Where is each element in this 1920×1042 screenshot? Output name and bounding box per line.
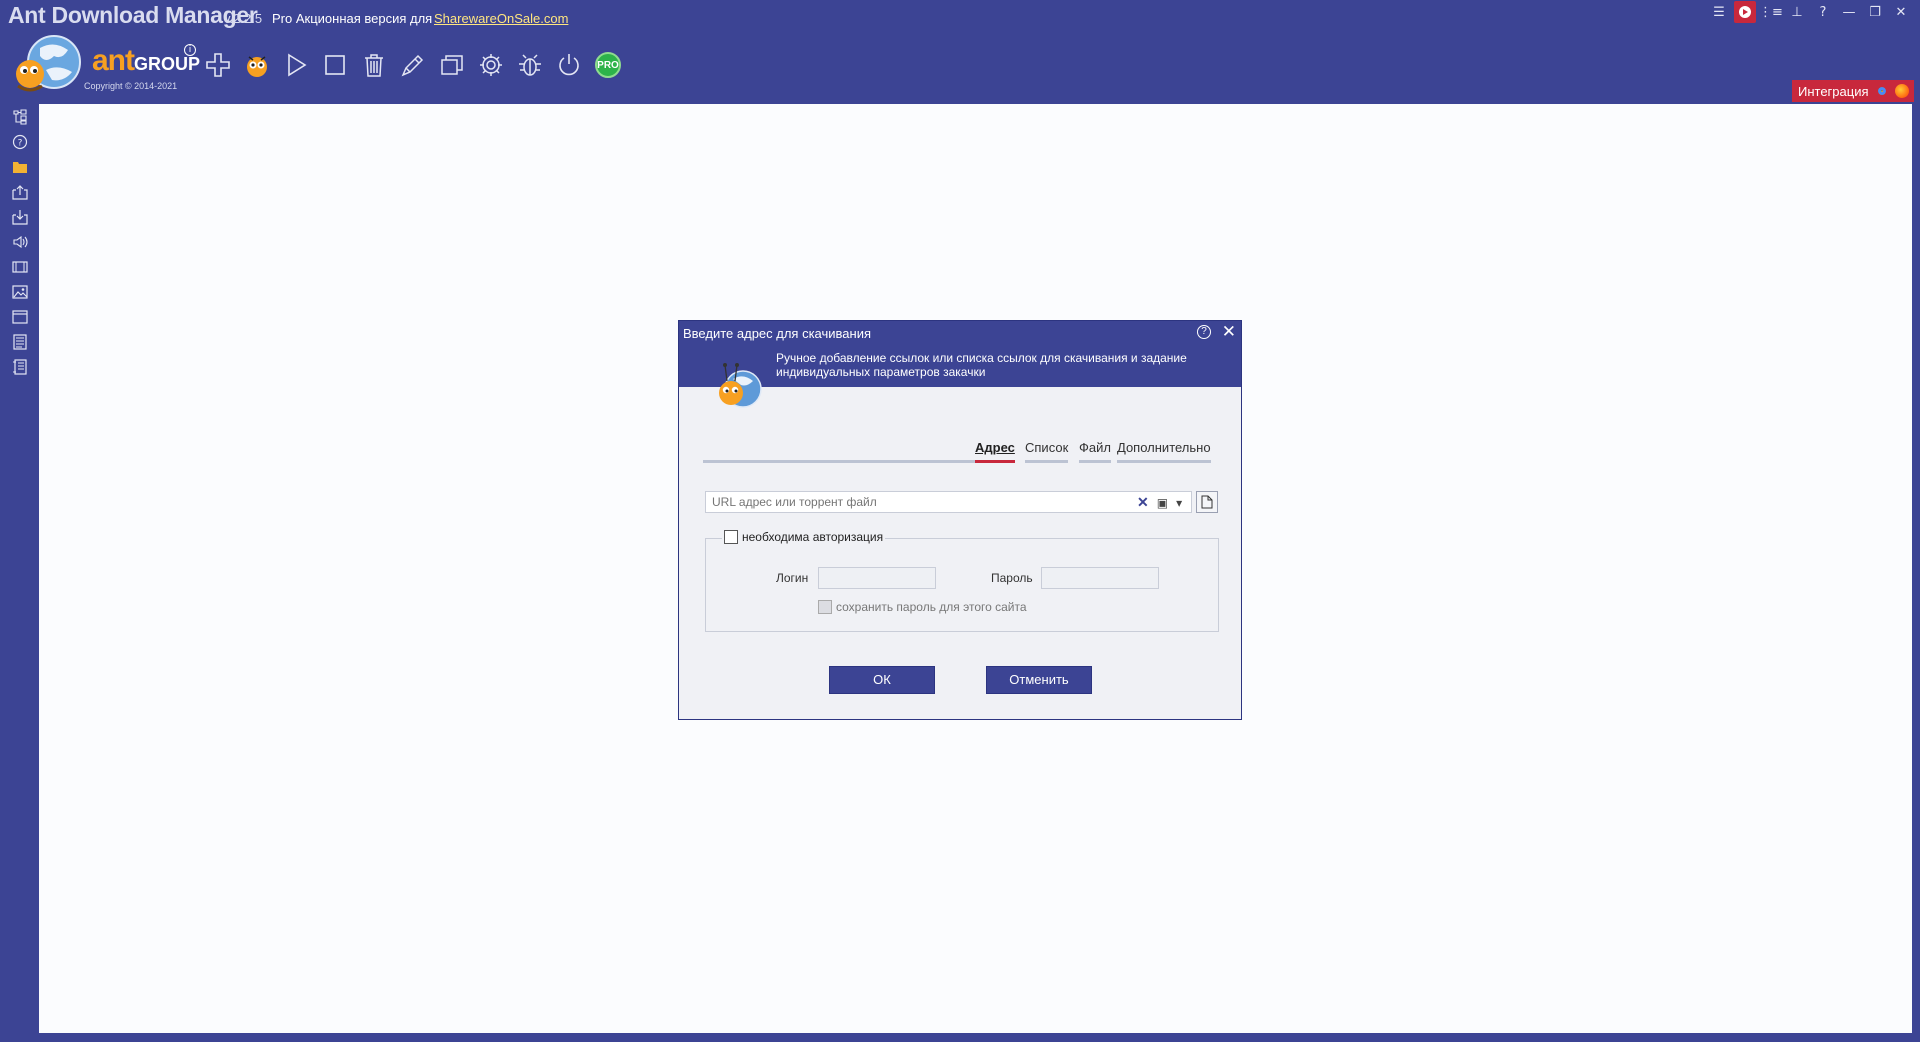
cancel-button[interactable]: Отменить bbox=[986, 666, 1092, 694]
dialog-help-icon[interactable]: ? bbox=[1197, 325, 1211, 339]
ant-mascot-icon[interactable] bbox=[243, 50, 271, 80]
close-icon[interactable]: ✕ bbox=[1890, 1, 1912, 23]
promo-text: Pro Акционная версия для bbox=[272, 11, 433, 26]
dialog-close-icon[interactable]: ✕ bbox=[1222, 322, 1236, 342]
save-password-checkbox bbox=[818, 600, 832, 614]
pro-icon[interactable]: PRO bbox=[594, 50, 622, 80]
integration-label: Интеграция bbox=[1798, 83, 1869, 99]
folder-icon[interactable] bbox=[11, 158, 29, 176]
brand-group: GROUP bbox=[134, 54, 201, 74]
globe-ant-logo bbox=[16, 35, 81, 92]
window-controls: ☰ ⋮≡ ⊥ ? — ❐ ✕ bbox=[1708, 0, 1912, 24]
url-input[interactable] bbox=[705, 491, 1192, 513]
audio-icon[interactable] bbox=[11, 233, 29, 251]
help-icon[interactable]: ? bbox=[1812, 1, 1834, 23]
menu-icon[interactable]: ☰ bbox=[1708, 1, 1730, 23]
trash-icon[interactable] bbox=[360, 50, 388, 80]
title-bar: Ant Download Manager v.2.2.5 Pro Акционн… bbox=[0, 0, 1920, 32]
auth-legend: необходима авторизация bbox=[722, 530, 886, 544]
list-settings-icon[interactable]: ⋮≡ bbox=[1759, 1, 1783, 23]
document-icon[interactable] bbox=[11, 333, 29, 351]
chevron-down-icon[interactable]: ▾ bbox=[1176, 496, 1182, 510]
window-icon[interactable] bbox=[11, 308, 29, 326]
password-label: Пароль bbox=[991, 571, 1033, 585]
clear-icon[interactable]: ✕ bbox=[1137, 494, 1149, 511]
info-icon[interactable]: i bbox=[184, 44, 196, 56]
app-title: Ant Download Manager bbox=[8, 2, 258, 28]
archive-icon[interactable] bbox=[11, 358, 29, 376]
save-password-row: сохранить пароль для этого сайта bbox=[818, 600, 1027, 614]
pin-icon[interactable]: ⊥ bbox=[1786, 1, 1808, 23]
play-icon[interactable] bbox=[282, 50, 310, 80]
browse-file-button[interactable] bbox=[1196, 491, 1218, 513]
tabs-underline bbox=[703, 460, 975, 463]
stop-icon[interactable] bbox=[321, 50, 349, 80]
tree-icon[interactable] bbox=[11, 108, 29, 126]
app-version: v.2.2.5 bbox=[224, 11, 263, 26]
integration-button[interactable]: Интеграция bbox=[1792, 80, 1914, 102]
add-icon[interactable] bbox=[204, 50, 232, 80]
image-icon[interactable] bbox=[11, 283, 29, 301]
clipboard-icon[interactable]: ▣ bbox=[1157, 496, 1168, 510]
download-icon[interactable] bbox=[11, 208, 29, 226]
gear-icon[interactable] bbox=[477, 50, 505, 80]
firefox-icon bbox=[1894, 84, 1909, 98]
video-icon[interactable] bbox=[11, 258, 29, 276]
ok-button[interactable]: ОК bbox=[829, 666, 935, 694]
dialog-title: Введите адрес для скачивания bbox=[683, 326, 872, 341]
save-password-label: сохранить пароль для этого сайта bbox=[836, 600, 1027, 614]
dialog-description: Ручное добавление ссылок или списка ссыл… bbox=[776, 351, 1187, 379]
pen-icon[interactable] bbox=[399, 50, 427, 80]
pro-label: PRO bbox=[595, 52, 621, 78]
main-toolbar: PRO bbox=[204, 48, 622, 82]
password-field bbox=[1041, 567, 1159, 589]
power-icon[interactable] bbox=[555, 50, 583, 80]
auth-checkbox-label: необходима авторизация bbox=[742, 530, 884, 544]
chrome-icon bbox=[1874, 84, 1889, 98]
auth-checkbox[interactable] bbox=[724, 530, 738, 544]
restore-icon[interactable]: ❐ bbox=[1864, 1, 1886, 23]
add-url-dialog: Введите адрес для скачивания ? ✕ Ручное … bbox=[678, 320, 1242, 720]
auth-group: необходима авторизация Логин Пароль сохр… bbox=[705, 530, 1219, 632]
category-sidebar: ? bbox=[0, 104, 40, 376]
minimize-icon[interactable]: — bbox=[1838, 1, 1860, 23]
youtube-icon[interactable] bbox=[1734, 1, 1756, 23]
url-tools: ✕ ▣ ▾ bbox=[1137, 494, 1182, 511]
windows-icon[interactable] bbox=[438, 50, 466, 80]
ant-globe-icon bbox=[719, 363, 762, 408]
promo-link[interactable]: SharewareOnSale.com bbox=[434, 11, 568, 26]
tab-list[interactable]: Список bbox=[1025, 440, 1069, 463]
svg-text:?: ? bbox=[18, 139, 23, 149]
dialog-header: Введите адрес для скачивания ? ✕ Ручное … bbox=[679, 321, 1241, 408]
dialog-tabs: Адрес Список Файл Дополнительно bbox=[703, 440, 1218, 463]
upload-icon[interactable] bbox=[11, 183, 29, 201]
copyright: Copyright © 2014-2021 bbox=[84, 81, 178, 91]
brand-main: ant bbox=[92, 44, 135, 77]
help-icon[interactable]: ? bbox=[11, 133, 29, 151]
url-row: ✕ ▣ ▾ bbox=[705, 491, 1220, 513]
tab-file[interactable]: Файл bbox=[1079, 440, 1111, 463]
tab-address[interactable]: Адрес bbox=[975, 440, 1015, 463]
tab-advanced[interactable]: Дополнительно bbox=[1117, 440, 1211, 463]
bug-icon[interactable] bbox=[516, 50, 544, 80]
file-icon bbox=[1201, 495, 1213, 509]
login-label: Логин bbox=[776, 571, 809, 585]
login-field bbox=[818, 567, 936, 589]
